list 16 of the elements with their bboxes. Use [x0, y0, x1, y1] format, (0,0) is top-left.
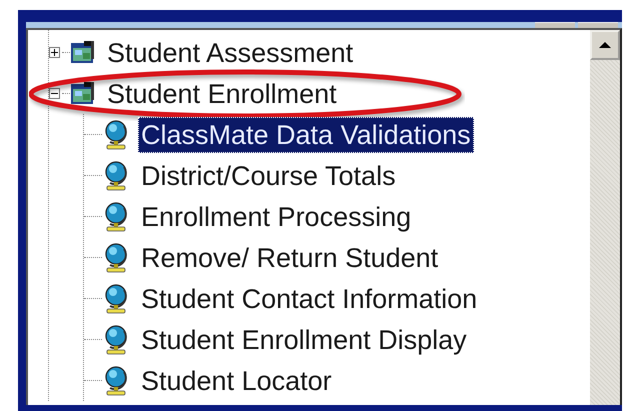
tree-item[interactable]: Remove/ Return Student: [138, 240, 442, 276]
window-icon: [70, 80, 96, 106]
scroll-up-button[interactable]: [590, 30, 620, 60]
up-arrow-icon: [599, 41, 611, 49]
tree-item[interactable]: ClassMate Data Validations: [138, 116, 474, 152]
tree-item[interactable]: Student Enrollment Display: [138, 322, 470, 358]
collapse-icon[interactable]: [49, 88, 60, 99]
tree-item[interactable]: Student Contact Information: [138, 280, 480, 316]
tree-item[interactable]: Student Assessment: [104, 34, 356, 70]
tree-item[interactable]: District/Course Totals: [138, 158, 399, 194]
scrollbar[interactable]: [590, 30, 620, 405]
window-icon: [70, 40, 96, 66]
tree-item[interactable]: Student Locator: [138, 362, 335, 398]
tree-item[interactable]: Enrollment Processing: [138, 198, 414, 234]
tree-item[interactable]: Student Enrollment: [104, 76, 340, 112]
expand-icon[interactable]: [49, 47, 60, 58]
